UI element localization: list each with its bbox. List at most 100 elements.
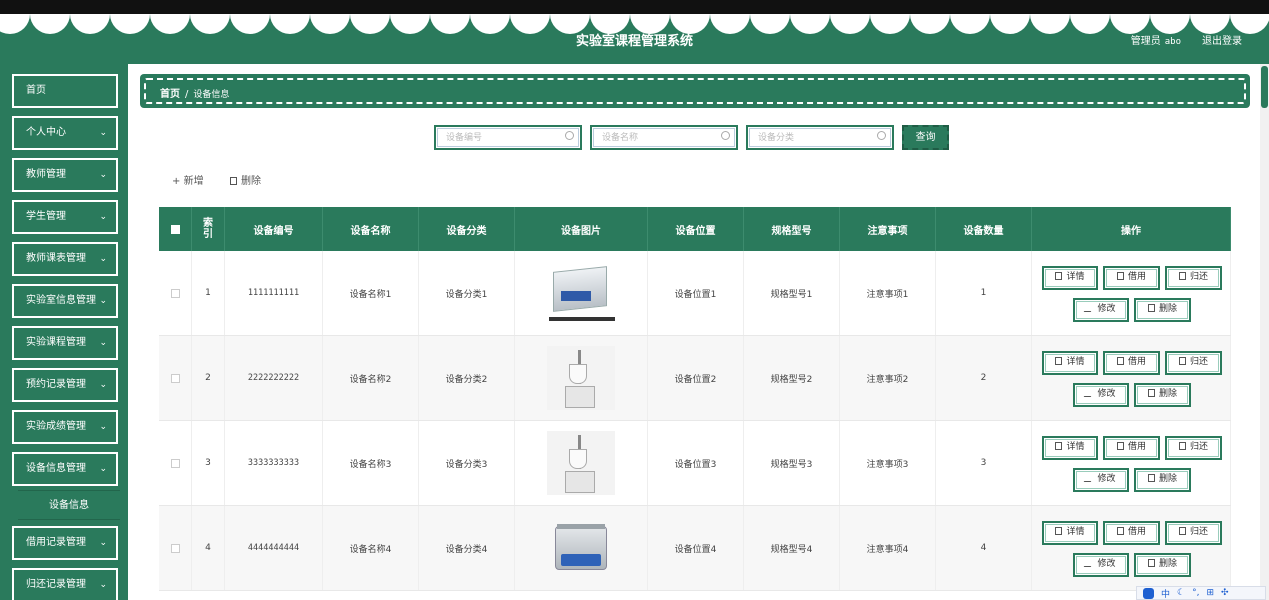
bulk-delete-button[interactable]: 删除: [230, 172, 261, 187]
detail-button[interactable]: 详情: [1042, 351, 1098, 375]
sidebar-item[interactable]: 实验课程管理 ⌄: [12, 326, 118, 360]
detail-label: 详情: [1066, 357, 1085, 367]
column-header: 规格型号: [744, 207, 840, 251]
sidebar-item[interactable]: 教师课表管理 ⌄: [12, 242, 118, 276]
cell-quantity: 4: [936, 506, 1032, 590]
document-icon: [1055, 272, 1063, 280]
detail-button[interactable]: 详情: [1042, 521, 1098, 545]
device-category-input[interactable]: [758, 130, 868, 145]
cell-model: 规格型号1: [744, 251, 840, 335]
device-name-search: [590, 125, 738, 150]
detail-button[interactable]: 详情: [1042, 266, 1098, 290]
chevron-down-icon: ⌄: [99, 380, 107, 390]
sidebar-item[interactable]: 教师管理 ⌄: [12, 158, 118, 192]
table-header: 索引 设备编号 设备名称 设备分类 设备图片 设备位置 规格型号 注意事项 设备数量 操作: [159, 207, 1231, 251]
detail-button[interactable]: 详情: [1042, 436, 1098, 460]
image-shape: [561, 554, 601, 566]
document-icon: [1178, 272, 1186, 280]
cell-category: 设备分类3: [419, 421, 515, 505]
ime-logo-icon: [1143, 587, 1154, 599]
ime-mode[interactable]: 中: [1161, 587, 1170, 600]
chevron-down-icon: ⌄: [99, 422, 107, 432]
delete-button[interactable]: 删除: [1134, 298, 1191, 322]
cell-location: 设备位置4: [648, 506, 744, 590]
lab-reactor-image: [547, 431, 615, 495]
document-icon: [1178, 357, 1186, 365]
borrow-button[interactable]: 借用: [1103, 266, 1160, 290]
sidebar-item-label: 借用记录管理: [26, 537, 86, 548]
row-checkbox[interactable]: [170, 373, 180, 383]
logout-button[interactable]: 退出登录: [1202, 32, 1242, 47]
borrow-label: 借用: [1127, 527, 1146, 537]
delete-button[interactable]: 删除: [1134, 383, 1191, 407]
row-checkbox[interactable]: [170, 288, 180, 298]
current-user: 管理员 abo: [1131, 32, 1181, 47]
cell-actions: 详情 借用 归还修改 删除: [1032, 336, 1231, 420]
column-header: 设备数量: [936, 207, 1032, 251]
image-shape: [565, 471, 595, 493]
borrow-button[interactable]: 借用: [1103, 351, 1160, 375]
borrow-button[interactable]: 借用: [1103, 521, 1160, 545]
return-button[interactable]: 归还: [1165, 436, 1222, 460]
detail-label: 详情: [1066, 272, 1085, 282]
sidebar-item-label: 实验成绩管理: [26, 421, 86, 432]
return-button[interactable]: 归还: [1165, 521, 1222, 545]
cell-quantity: 3: [936, 421, 1032, 505]
column-header: 设备名称: [323, 207, 419, 251]
sidebar-item[interactable]: 个人中心 ⌄: [12, 116, 118, 150]
sidebar-subitem-device-info[interactable]: 设备信息: [18, 490, 120, 520]
cell-notes: 注意事项3: [840, 421, 936, 505]
cell-actions: 详情 借用 归还修改 删除: [1032, 251, 1231, 335]
edit-button[interactable]: 修改: [1073, 298, 1129, 322]
add-button[interactable]: + 新增: [172, 172, 204, 187]
select-all-checkbox[interactable]: [170, 224, 180, 234]
sidebar-item[interactable]: 预约记录管理 ⌄: [12, 368, 118, 402]
breadcrumb-home[interactable]: 首页: [160, 89, 180, 100]
image-shape: [557, 524, 605, 529]
cell-code: 4444444444: [225, 506, 323, 590]
chevron-down-icon: ⌄: [99, 254, 107, 264]
delete-label: 删除: [1158, 559, 1177, 569]
breadcrumb-frame: [144, 78, 1246, 104]
return-button[interactable]: 归还: [1165, 266, 1222, 290]
cell-code: 2222222222: [225, 336, 323, 420]
chevron-down-icon: ⌄: [99, 464, 107, 474]
cell-code: 3333333333: [225, 421, 323, 505]
delete-button[interactable]: 删除: [1134, 468, 1191, 492]
moon-icon: ☾: [1177, 588, 1186, 598]
app-header: 实验室课程管理系统 管理员 abo 退出登录: [0, 14, 1269, 64]
sidebar-item[interactable]: 学生管理 ⌄: [12, 200, 118, 234]
cell-category: 设备分类1: [419, 251, 515, 335]
sidebar-item[interactable]: 首页: [12, 74, 118, 108]
device-code-input[interactable]: [446, 130, 556, 145]
pencil-icon: [1084, 389, 1096, 397]
device-name-input[interactable]: [602, 130, 712, 145]
sidebar-item[interactable]: 归还记录管理 ⌄: [12, 568, 118, 600]
chevron-down-icon: ⌄: [99, 128, 107, 138]
sidebar-item[interactable]: 实验室信息管理 ⌄: [12, 284, 118, 318]
row-select-cell: [159, 421, 192, 505]
edit-label: 修改: [1097, 304, 1116, 314]
row-checkbox[interactable]: [170, 458, 180, 468]
row-checkbox[interactable]: [170, 543, 180, 553]
return-button[interactable]: 归还: [1165, 351, 1222, 375]
column-header: 操作: [1032, 207, 1231, 251]
sidebar-item[interactable]: 实验成绩管理 ⌄: [12, 410, 118, 444]
sidebar-item[interactable]: 设备信息管理 ⌄: [12, 452, 118, 486]
borrow-button[interactable]: 借用: [1103, 436, 1160, 460]
query-button[interactable]: 查询: [902, 125, 949, 150]
edit-button[interactable]: 修改: [1073, 468, 1129, 492]
edit-button[interactable]: 修改: [1073, 383, 1129, 407]
sidebar-item[interactable]: 借用记录管理 ⌄: [12, 526, 118, 560]
cell-image: [515, 421, 648, 505]
edit-button[interactable]: 修改: [1073, 553, 1129, 577]
cell-index: 1: [192, 251, 225, 335]
sidebar-item-label: 教师管理: [26, 169, 66, 180]
delete-button[interactable]: 删除: [1134, 553, 1191, 577]
column-header: 设备编号: [225, 207, 323, 251]
cell-index: 3: [192, 421, 225, 505]
scrollbar-thumb[interactable]: [1261, 66, 1268, 108]
sidebar-item-label: 首页: [26, 85, 46, 96]
page-scrollbar[interactable]: [1260, 64, 1269, 600]
document-icon: [1116, 442, 1124, 450]
